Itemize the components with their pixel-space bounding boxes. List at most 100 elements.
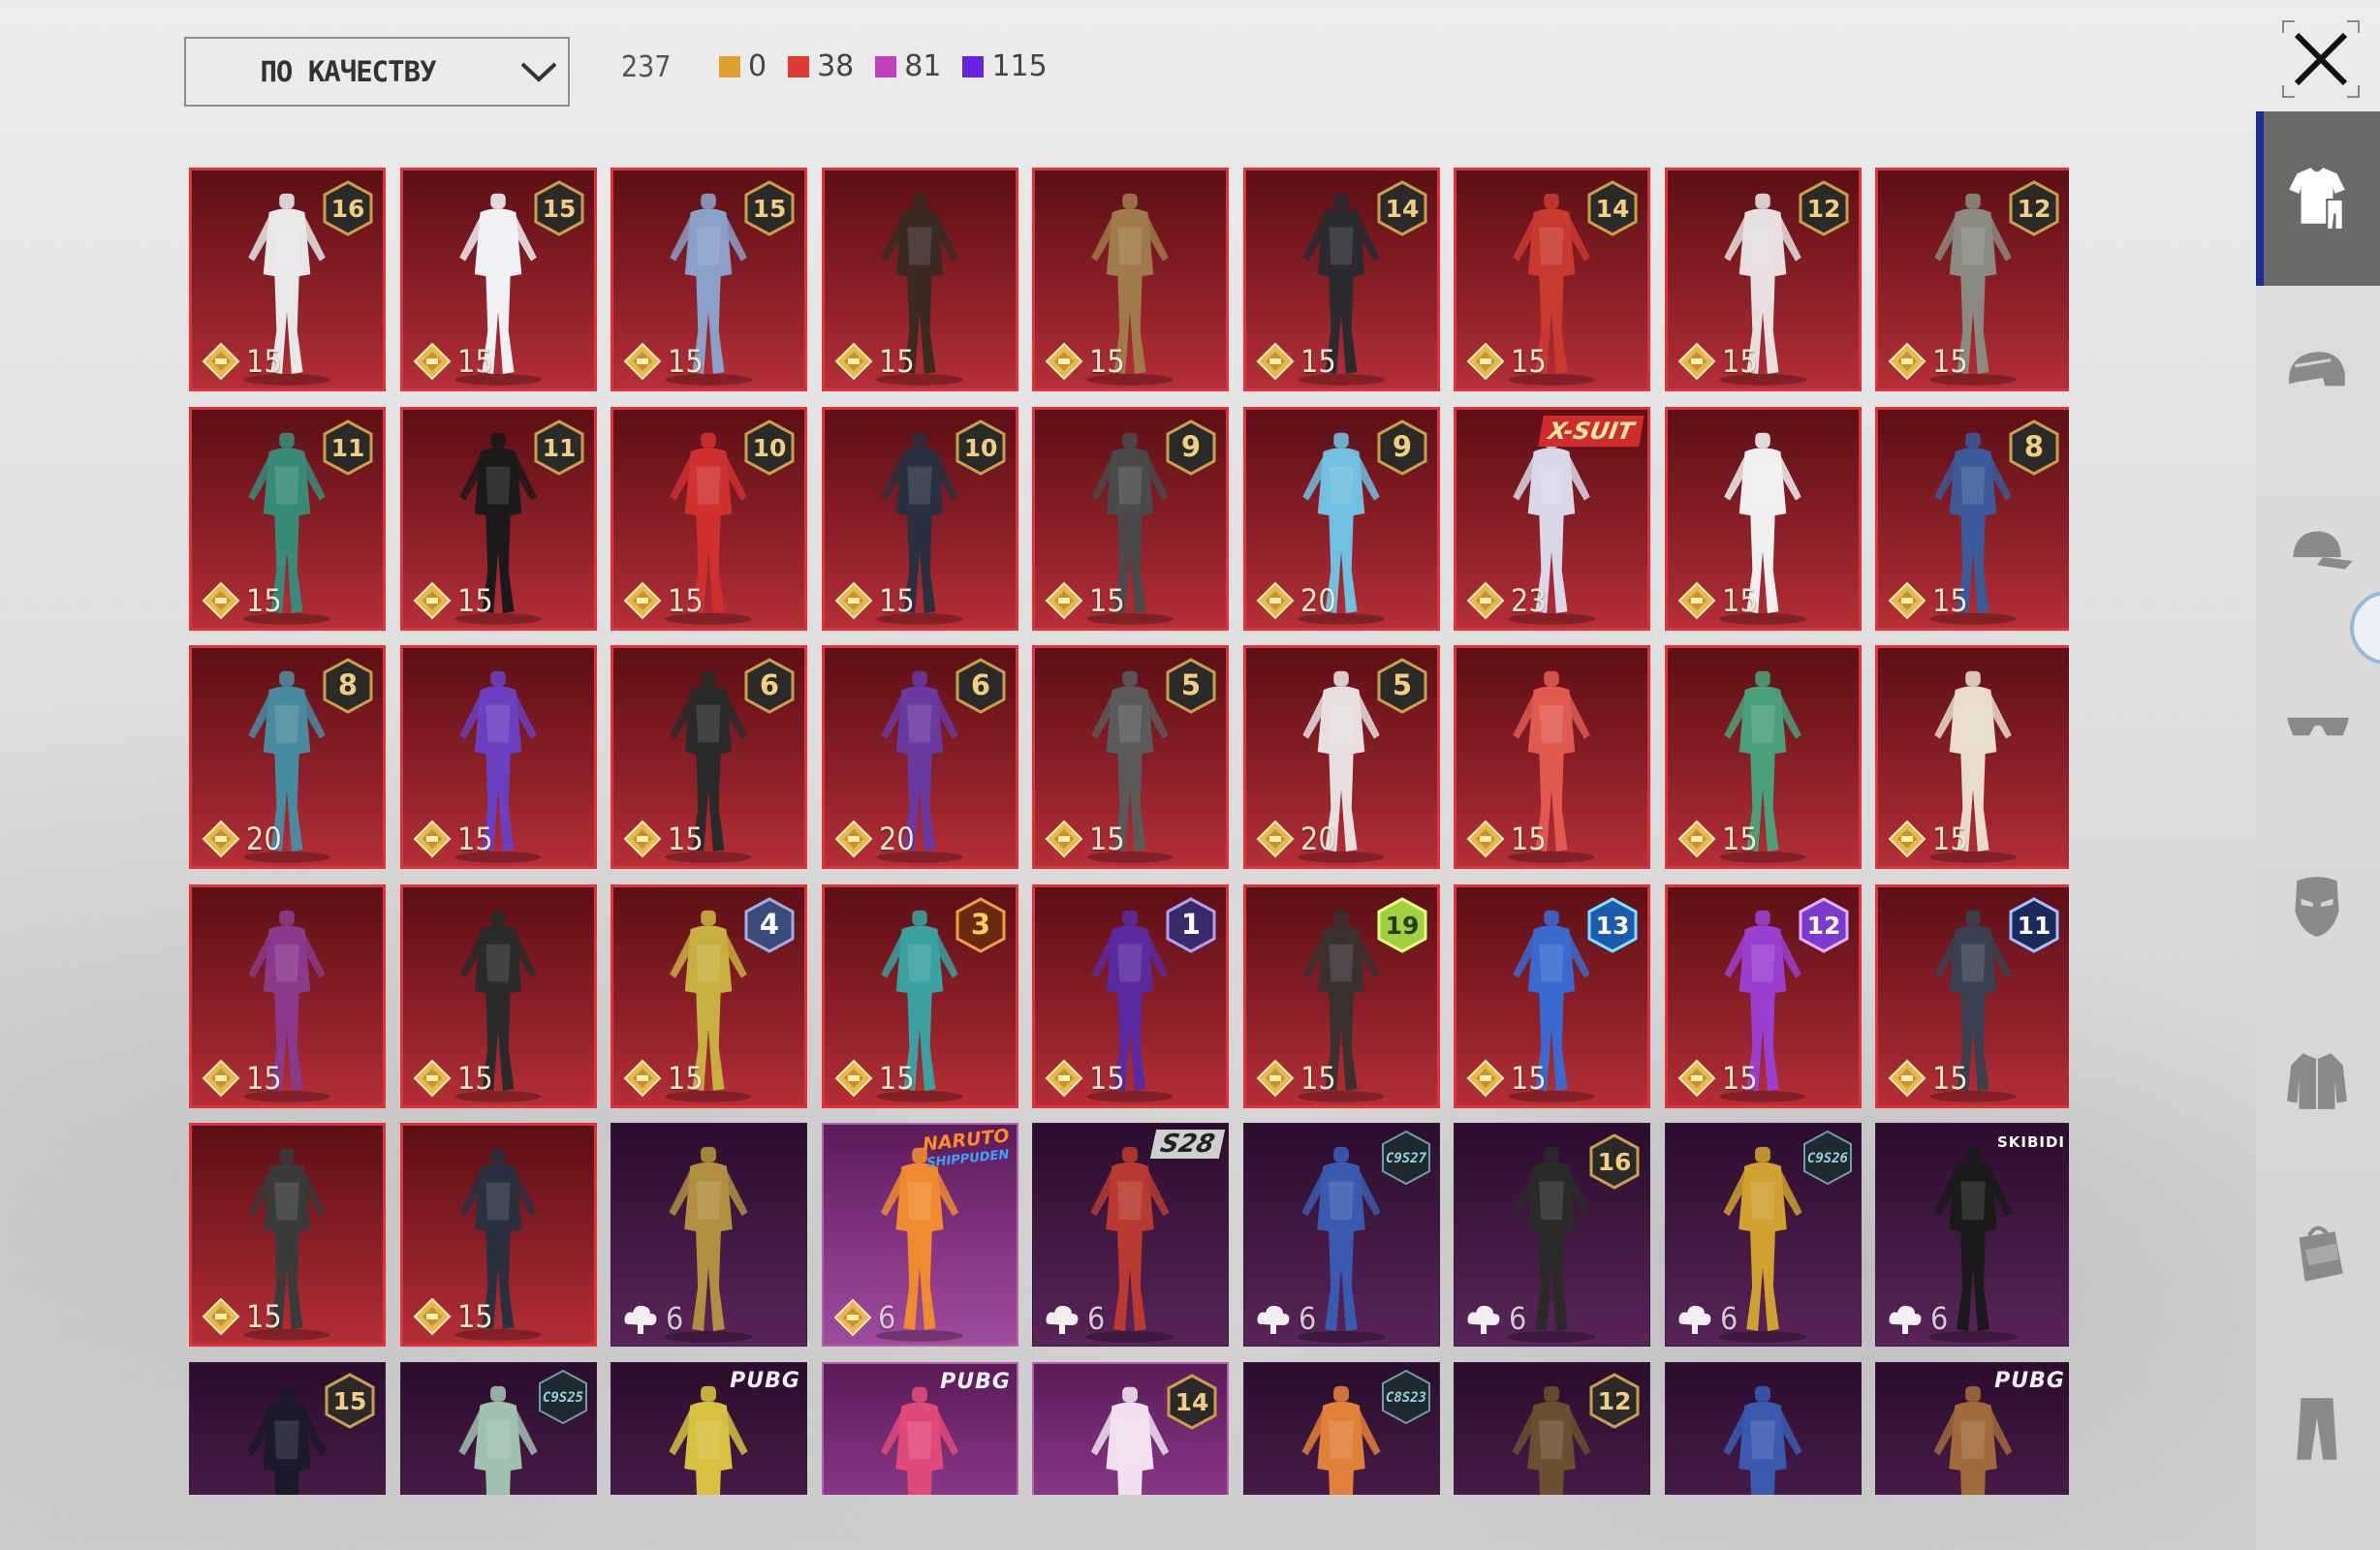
item-tile[interactable]: 15 <box>1454 645 1650 869</box>
coin-icon <box>1677 342 1716 381</box>
level-badge: 11 <box>323 419 373 476</box>
level-badge: 15 <box>534 180 584 236</box>
item-tile[interactable]: 11 15 <box>189 407 386 631</box>
item-tile[interactable]: 14 15 <box>1243 168 1440 391</box>
item-tile[interactable]: 15 <box>1875 645 2069 869</box>
item-cost: 6 <box>1675 1299 1738 1338</box>
svg-text:11: 11 <box>331 434 365 462</box>
item-tile[interactable]: 15 <box>1665 407 1862 631</box>
cost-value: 20 <box>246 821 282 857</box>
item-tile[interactable]: 14 <box>1032 1362 1229 1495</box>
sidebar-item-outfit[interactable] <box>2256 111 2380 286</box>
item-tile[interactable]: 15 <box>189 1362 386 1495</box>
sidebar-item-pants[interactable] <box>2256 1342 2380 1516</box>
level-badge: 9 <box>1377 419 1427 476</box>
item-tile[interactable]: 14 15 <box>1454 168 1650 391</box>
item-tile[interactable]: 6 <box>611 1123 807 1347</box>
item-tile[interactable]: 13 15 <box>1454 884 1650 1108</box>
cost-value: 15 <box>1511 1060 1547 1097</box>
item-tile[interactable]: 12 15 <box>1875 168 2069 391</box>
item-tile[interactable]: NARUTO SHIPPUDEN 6 <box>822 1123 1018 1347</box>
season-badge: C9S25 <box>536 1369 590 1425</box>
sidebar-item-helmet[interactable] <box>2256 286 2380 460</box>
cost-value: 15 <box>1089 582 1125 619</box>
item-tile[interactable]: 16 6 <box>1454 1123 1650 1347</box>
item-tile[interactable]: C9S27 6 <box>1243 1123 1440 1347</box>
item-tile[interactable]: 9 15 <box>1032 407 1229 631</box>
item-tile[interactable]: 16 15 <box>189 168 386 391</box>
cost-value: 15 <box>1932 343 1968 380</box>
item-tile[interactable]: 6 20 <box>822 645 1018 869</box>
item-tile[interactable]: S28 6 <box>1032 1123 1229 1347</box>
item-tile[interactable]: 3 15 <box>822 884 1018 1108</box>
item-tile[interactable]: C9S26 6 <box>1665 1123 1862 1347</box>
item-tile[interactable]: 15 15 <box>400 168 597 391</box>
item-tile[interactable]: PUBG <box>1875 1362 2069 1495</box>
item-tile[interactable]: 5 20 <box>1243 645 1440 869</box>
cost-value: 15 <box>1722 821 1758 857</box>
sidebar-item-top[interactable] <box>2256 993 2380 1167</box>
item-tile[interactable]: 5 15 <box>1032 645 1229 869</box>
item-tile[interactable]: 8 20 <box>189 645 386 869</box>
item-tile[interactable]: 15 <box>189 1123 386 1347</box>
cost-value: 15 <box>246 1060 282 1097</box>
item-cost: 15 <box>834 1059 915 1098</box>
item-tile[interactable]: 15 15 <box>611 168 807 391</box>
cost-value: 15 <box>668 582 704 619</box>
sidebar-item-backpack[interactable] <box>2256 1167 2380 1342</box>
sort-dropdown[interactable]: ПО КАЧЕСТВУ <box>184 37 570 107</box>
sidebar-item-mask[interactable] <box>2256 819 2380 993</box>
item-tile[interactable]: 19 15 <box>1243 884 1440 1108</box>
item-tile[interactable]: 11 15 <box>400 407 597 631</box>
item-tile[interactable]: 12 <box>1454 1362 1650 1495</box>
cost-value: 15 <box>457 1060 493 1097</box>
item-tile[interactable]: 15 <box>400 1123 597 1347</box>
item-tile[interactable]: 15 <box>189 884 386 1108</box>
item-tile[interactable]: 8 15 <box>1875 407 2069 631</box>
item-cost: 15 <box>1045 1059 1125 1098</box>
coin-icon <box>1256 342 1295 381</box>
close-button[interactable] <box>2279 17 2363 101</box>
item-tile[interactable]: 15 <box>1032 168 1229 391</box>
coin-icon <box>1256 1059 1295 1098</box>
item-tile[interactable]: PUBG <box>822 1362 1018 1495</box>
item-tile[interactable]: 12 15 <box>1665 168 1862 391</box>
level-badge: 5 <box>1166 658 1216 714</box>
coin-icon <box>1045 1059 1083 1098</box>
item-tile[interactable]: SKIBIDI 6 <box>1875 1123 2069 1347</box>
svg-text:14: 14 <box>1596 195 1630 223</box>
pants-icon <box>2297 1398 2337 1460</box>
item-tile[interactable]: C8S23 <box>1243 1362 1440 1495</box>
item-tile[interactable]: 1 15 <box>1032 884 1229 1108</box>
item-tile[interactable]: 9 20 <box>1243 407 1440 631</box>
item-tile[interactable]: 15 <box>822 168 1018 391</box>
svg-text:4: 4 <box>760 908 779 941</box>
item-tile[interactable]: 12 15 <box>1665 884 1862 1108</box>
item-tile[interactable]: 4 15 <box>611 884 807 1108</box>
cost-value: 15 <box>1722 343 1758 380</box>
level-badge: 16 <box>323 180 373 236</box>
item-cost: 6 <box>1254 1299 1316 1338</box>
level-badge: 16 <box>1589 1133 1640 1190</box>
item-tile[interactable]: 15 <box>1665 645 1862 869</box>
item-tile[interactable]: PUBG <box>611 1362 807 1495</box>
svg-text:8: 8 <box>2024 430 2044 463</box>
coin-icon <box>413 1297 452 1336</box>
item-tile[interactable] <box>1665 1362 1862 1495</box>
item-tile[interactable]: 15 <box>400 884 597 1108</box>
item-tile[interactable]: 15 <box>400 645 597 869</box>
level-badge: 8 <box>323 658 373 714</box>
level-badge: 12 <box>1799 897 1849 953</box>
coin-icon <box>1888 1059 1926 1098</box>
item-tile[interactable]: C9S25 <box>400 1362 597 1495</box>
item-tile[interactable]: 11 15 <box>1875 884 2069 1108</box>
item-tile[interactable]: 10 15 <box>611 407 807 631</box>
rarity-swatch <box>962 56 985 78</box>
item-cost: 6 <box>621 1299 683 1338</box>
item-tile[interactable]: 6 15 <box>611 645 807 869</box>
brand-logo: PUBG <box>940 1370 1011 1394</box>
item-tile[interactable]: 10 15 <box>822 407 1018 631</box>
item-cost: 15 <box>1045 820 1125 858</box>
item-tile[interactable]: X-SUIT 23 <box>1454 407 1650 631</box>
sidebar-item-eyewear[interactable] <box>2256 639 2380 814</box>
